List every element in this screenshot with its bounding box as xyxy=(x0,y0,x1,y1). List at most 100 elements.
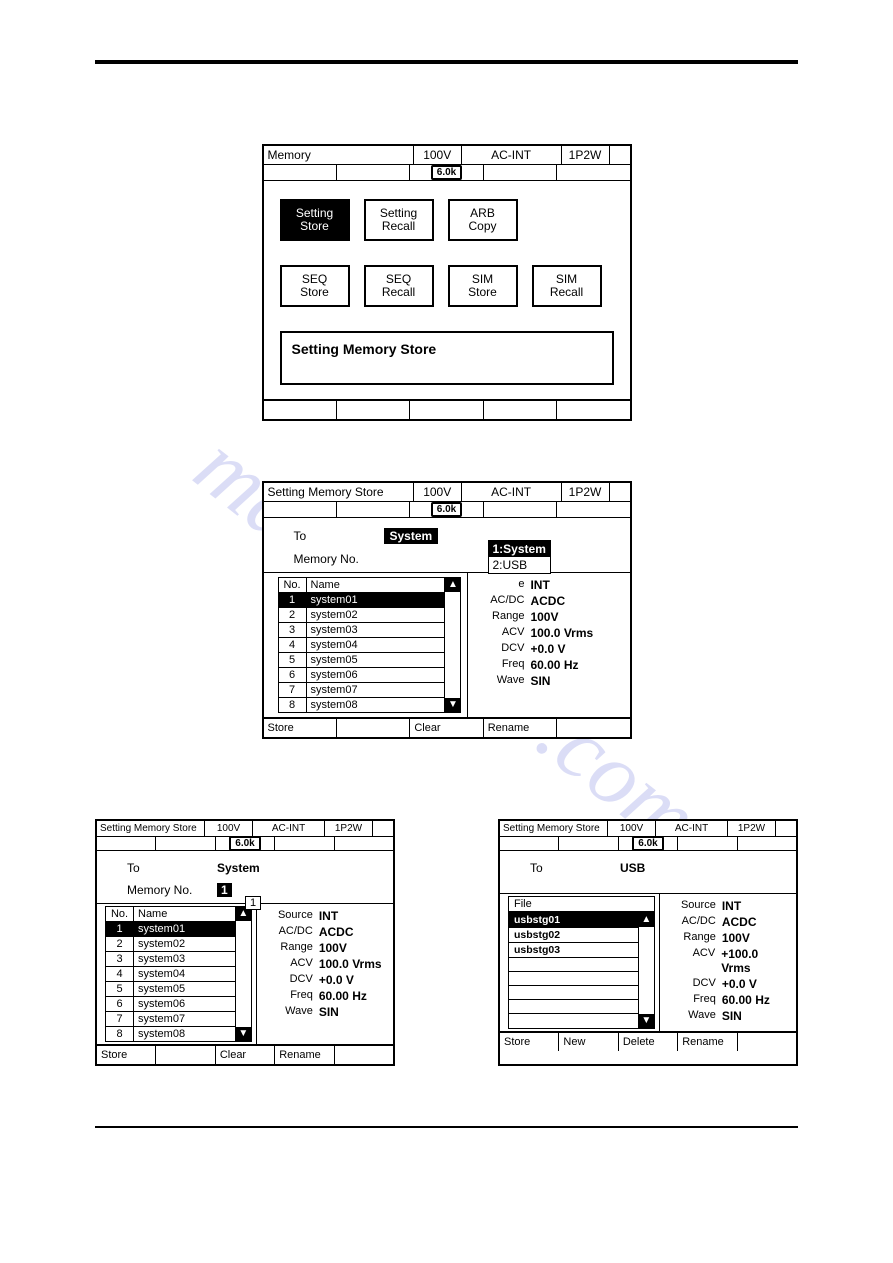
tab-cell xyxy=(275,837,334,850)
scroll-down-icon[interactable]: ▼ xyxy=(236,1027,251,1041)
softkey-store[interactable]: Store xyxy=(264,719,337,737)
mid-split: No.Name1system012system023system034syste… xyxy=(264,572,630,717)
phase-tag: 1P2W xyxy=(325,821,373,836)
menu-button[interactable]: SettingStore xyxy=(280,199,350,241)
dropdown-item[interactable]: 2:USB xyxy=(489,557,550,573)
description-box: Setting Memory Store xyxy=(280,331,614,385)
button-label-2: Recall xyxy=(550,286,583,299)
tab-cell xyxy=(264,502,337,517)
tab-cell xyxy=(156,837,215,850)
softkey-clear[interactable]: Clear xyxy=(410,719,483,737)
to-value[interactable]: System xyxy=(384,528,439,544)
col-name-header: Name xyxy=(307,578,445,592)
property-value: +100.0 Vrms xyxy=(721,947,790,975)
menu-button[interactable]: ARBCopy xyxy=(448,199,518,241)
softkey-delete[interactable]: Delete xyxy=(619,1033,678,1051)
memory-panel: Memory 100V AC-INT 1P2W 6.0k SettingStor… xyxy=(262,144,632,421)
list-item[interactable]: 1system01 xyxy=(106,922,235,937)
col-no: 4 xyxy=(106,967,134,981)
col-no: 1 xyxy=(106,922,134,936)
memno-popup[interactable]: 1 xyxy=(245,896,261,910)
scroll-down-icon[interactable]: ▼ xyxy=(639,1014,654,1028)
softkey[interactable] xyxy=(264,401,337,419)
softkey-rename[interactable]: Rename xyxy=(484,719,557,737)
list-item[interactable]: 6system06 xyxy=(106,997,235,1012)
list-item[interactable]: 6system06 xyxy=(279,668,445,683)
property-value: +0.0 V xyxy=(530,642,565,656)
col-name: system03 xyxy=(307,623,445,637)
to-dropdown[interactable]: 1:System2:USB xyxy=(488,540,551,574)
list-item[interactable]: 8system08 xyxy=(106,1027,235,1041)
list-item[interactable]: 2system02 xyxy=(106,937,235,952)
scroll-down-icon[interactable]: ▼ xyxy=(445,698,460,712)
property-value: 60.00 Hz xyxy=(319,989,367,1003)
badge-6k: 6.0k xyxy=(431,165,462,180)
titlebar-end xyxy=(610,483,630,501)
property-row: Freq60.00 Hz xyxy=(476,657,623,673)
menu-button[interactable]: SIMRecall xyxy=(532,265,602,307)
col-name: system07 xyxy=(134,1012,235,1026)
softkey-rename[interactable]: Rename xyxy=(275,1046,334,1064)
spacer-line xyxy=(500,881,796,893)
softkey-new[interactable]: New xyxy=(559,1033,618,1051)
sub-tabs: 6.0k xyxy=(500,837,796,851)
menu-button[interactable]: SIMStore xyxy=(448,265,518,307)
softkey-rename[interactable]: Rename xyxy=(678,1033,737,1051)
property-row: AC/DCACDC xyxy=(476,593,623,609)
list-item[interactable]: 1system01 xyxy=(279,593,445,608)
scroll-up-icon[interactable]: ▲ xyxy=(445,578,460,592)
scrollbar[interactable]: ▲ ▼ xyxy=(236,906,252,1042)
col-no: 5 xyxy=(279,653,307,667)
col-no: 7 xyxy=(279,683,307,697)
softkey[interactable] xyxy=(337,401,410,419)
list-item[interactable]: 7system07 xyxy=(106,1012,235,1027)
dropdown-item[interactable]: 1:System xyxy=(489,541,550,557)
tab-cell xyxy=(738,837,796,850)
property-value: ACDC xyxy=(722,915,757,929)
property-key: DCV xyxy=(265,973,313,987)
softkey-store[interactable]: Store xyxy=(97,1046,156,1064)
list-item[interactable]: 3system03 xyxy=(279,623,445,638)
scroll-up-icon[interactable]: ▲ xyxy=(639,913,654,927)
body-area: SettingStore SettingRecall ARBCopy SEQStor… xyxy=(264,181,630,399)
softkey[interactable] xyxy=(484,401,557,419)
property-key: DCV xyxy=(668,977,716,991)
file-item[interactable]: usbstg02 xyxy=(509,928,638,943)
menu-button[interactable]: SEQRecall xyxy=(364,265,434,307)
softkey[interactable] xyxy=(557,401,629,419)
scrollbar[interactable]: ▲ ▼ xyxy=(639,912,655,1029)
list-item[interactable]: 4system04 xyxy=(106,967,235,982)
memno-value[interactable]: 1 xyxy=(217,883,232,897)
list-item[interactable]: 2system02 xyxy=(279,608,445,623)
list-item[interactable]: 3system03 xyxy=(106,952,235,967)
panel-title: Setting Memory Store xyxy=(97,821,205,836)
softkey-clear[interactable]: Clear xyxy=(216,1046,275,1064)
menu-button[interactable]: SEQStore xyxy=(280,265,350,307)
property-row: WaveSIN xyxy=(265,1004,387,1020)
mid-split: No.Name1system012system023system034syste… xyxy=(97,903,393,1044)
col-no: 3 xyxy=(106,952,134,966)
list-item[interactable]: 5system05 xyxy=(279,653,445,668)
scrollbar[interactable]: ▲ ▼ xyxy=(445,577,461,713)
file-item[interactable]: usbstg03 xyxy=(509,943,638,958)
file-item-empty xyxy=(509,986,638,1000)
softkey-row: StoreNewDeleteRename xyxy=(500,1031,796,1051)
list-item[interactable]: 5system05 xyxy=(106,982,235,997)
button-row-1: SettingStore SettingRecall ARBCopy xyxy=(280,199,614,241)
menu-button[interactable]: SettingRecall xyxy=(364,199,434,241)
property-row: eINT xyxy=(476,577,623,593)
tab-cell xyxy=(484,165,557,180)
tab-cell xyxy=(484,502,557,517)
sub-tabs: 6.0k xyxy=(97,837,393,851)
sub-tabs: 6.0k xyxy=(264,502,630,518)
list-item[interactable]: 4system04 xyxy=(279,638,445,653)
tab-cell xyxy=(97,837,156,850)
list-item[interactable]: 8system08 xyxy=(279,698,445,712)
softkey[interactable] xyxy=(410,401,483,419)
file-item[interactable]: usbstg01 xyxy=(509,913,638,928)
softkey-store[interactable]: Store xyxy=(500,1033,559,1051)
col-no: 1 xyxy=(279,593,307,607)
list-item[interactable]: 7system07 xyxy=(279,683,445,698)
property-row: ACV100.0 Vrms xyxy=(476,625,623,641)
property-value: 60.00 Hz xyxy=(722,993,770,1007)
